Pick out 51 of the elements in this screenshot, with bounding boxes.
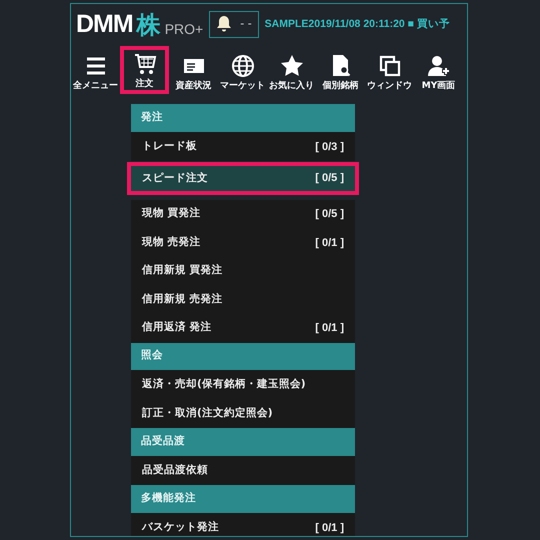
menu-item[interactable]: バスケット発注 [ 0/1 ] [131,514,355,536]
section-header: 多機能発注 [131,485,355,514]
menu-item[interactable]: 現物 売発注 [ 0/1 ] [131,228,355,257]
ticker-text: SAMPLE2019/11/08 20:11:20 ■ 買い予 [264,17,450,31]
globe-icon [230,54,254,78]
count-text: [ 0/1 ] [315,520,344,536]
section-header: 発注 [131,104,355,132]
windows-icon [378,54,402,78]
menu-item[interactable]: 信用返済 発注 [ 0/1 ] [131,314,355,342]
alert-button[interactable]: - - [209,10,259,38]
menu-item-label: 現物 買発注 [142,206,201,222]
toolbar-button[interactable]: 注文 [120,46,169,94]
toolbar-button[interactable]: MY画面 [414,46,463,98]
menu-item-label: 品受品渡依頼 [142,462,208,478]
section-header: 品受品渡 [131,428,355,456]
menu-item-label: スピード注文 [142,170,208,186]
menu-item-label: 信用新規 売発注 [142,292,223,307]
menu-item-label: 返済・売却(保有銘柄・建玉照会) [142,377,306,392]
toolbar-button[interactable]: 全メニュー [71,46,120,98]
menu-item-label: トレード板 [142,138,197,154]
menu-item-label: 信用新規 買発注 [142,263,223,278]
cart-icon [132,52,156,76]
menu-item[interactable]: 信用新規 売発注 [131,286,355,314]
menu-item-label: バスケット発注 [142,520,219,535]
user-add-icon [426,54,450,78]
count-text: [ 0/1 ] [315,321,344,336]
menu-item-label: 信用返済 発注 [142,320,212,336]
toolbar-button[interactable]: 資産状況 [169,46,218,98]
menu-item[interactable]: スピード注文 [ 0/5 ] [127,162,359,195]
count-text: [ 0/5 ] [315,207,344,222]
count-text: [ 0/5 ] [315,171,344,186]
logo-kanji: 株 [136,12,161,36]
menu-item[interactable]: 訂正・取消(注文約定照会) [131,400,355,428]
section-header: 照会 [131,342,355,371]
toolbar-button[interactable]: 個別銘柄 [316,46,365,98]
menu-item[interactable]: 現物 買発注 [ 0/5 ] [131,200,355,228]
logo-text: DMM [76,12,133,36]
count-text: [ 0/3 ] [315,140,344,154]
menu-item[interactable]: 信用新規 買発注 [131,257,355,286]
star-icon [280,54,304,78]
menu-item-label: 現物 売発注 [142,234,201,250]
toolbar-button[interactable]: お気に入り [267,46,316,98]
bell-icon [216,15,232,33]
logo-suffix: PRO+ [164,20,204,36]
menu-item[interactable]: 品受品渡依頼 [131,456,355,485]
toolbar-button[interactable]: ウィンドウ [365,46,414,98]
toolbar-button[interactable]: マーケット [218,46,267,98]
menu-item[interactable]: トレード板 [ 0/3 ] [131,132,355,161]
menu-item-label: 訂正・取消(注文約定照会) [142,406,273,421]
count-text: [ 0/1 ] [315,236,344,250]
menu-item[interactable]: 返済・売却(保有銘柄・建玉照会) [131,371,355,400]
